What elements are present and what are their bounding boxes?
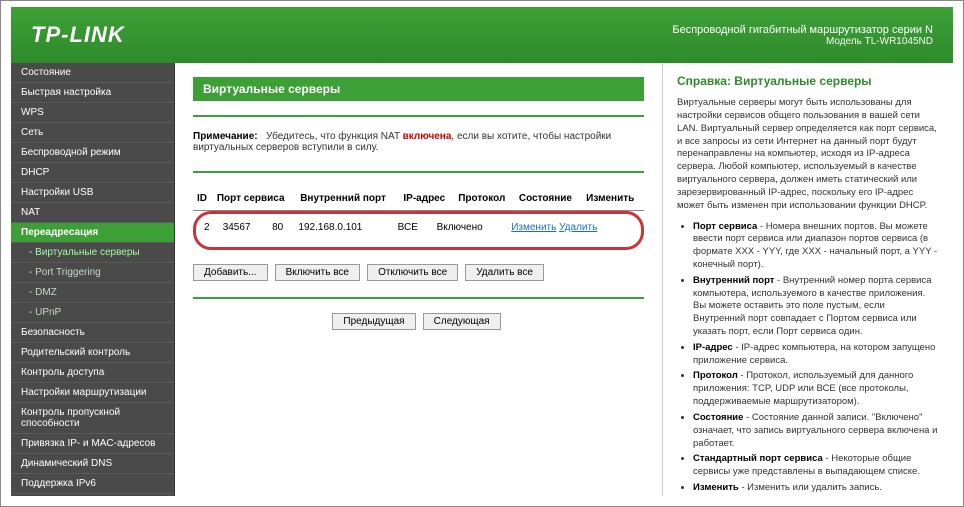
nav-item[interactable]: - DMZ [11, 283, 174, 303]
nav-item[interactable]: Настройки маршрутизации [11, 383, 174, 403]
main-content: Виртуальные серверы Примечание: Убедитес… [175, 63, 663, 496]
nav-item[interactable]: Переадресация [11, 223, 174, 243]
nav-item[interactable]: Привязка IP- и MAC-адресов [11, 434, 174, 454]
help-bullet: Состояние - Состояние данной записи. "Вк… [693, 412, 939, 450]
col-ip: IP-адрес [399, 187, 454, 211]
col-state: Состояние [515, 187, 582, 211]
nav-item[interactable]: Контроль доступа [11, 363, 174, 383]
page-title: Виртуальные серверы [193, 77, 644, 101]
nav-item[interactable]: Родительский контроль [11, 343, 174, 363]
cell-ip: 192.168.0.101 [294, 216, 393, 239]
col-edit: Изменить [582, 187, 644, 211]
sidebar: СостояниеБыстрая настройкаWPSСетьБеспров… [11, 63, 175, 496]
nav-item[interactable]: - Виртуальные серверы [11, 243, 174, 263]
note-prefix: Примечание: [193, 131, 258, 142]
pager: Предыдущая Следующая [193, 313, 644, 330]
nav-item[interactable]: WPS [11, 103, 174, 123]
nav-item[interactable]: Динамический DNS [11, 454, 174, 474]
header: TP-LINK Беспроводной гигабитный маршрути… [11, 7, 953, 63]
cell-id: 2 [200, 216, 219, 239]
header-model: Модель TL-WR1045ND [672, 36, 933, 47]
help-bullet: Стандартный порт сервиса - Некоторые общ… [693, 453, 939, 479]
help-title: Справка: Виртуальные серверы [677, 73, 939, 89]
button-row: Добавить... Включить все Отключить все У… [193, 264, 644, 281]
col-port: Порт сервиса [213, 187, 296, 211]
note-red: включена [403, 131, 452, 142]
table-row: 23456780192.168.0.101ВСЕВключеноИзменить… [200, 216, 637, 239]
cell-state: Включено [433, 216, 508, 239]
nav-item[interactable]: NAT [11, 203, 174, 223]
enable-all-button[interactable]: Включить все [275, 264, 360, 281]
col-iport: Внутренний порт [296, 187, 399, 211]
cell-port: 34567 [219, 216, 268, 239]
nav-item[interactable]: Быстрая настройка [11, 83, 174, 103]
next-button[interactable]: Следующая [423, 313, 501, 330]
delete-all-button[interactable]: Удалить все [465, 264, 544, 281]
highlighted-row-wrap: 23456780192.168.0.101ВСЕВключеноИзменить… [193, 211, 644, 250]
nav-item[interactable]: - Port Triggering [11, 263, 174, 283]
nat-note: Примечание: Убедитесь, что функция NAT в… [193, 131, 644, 153]
help-bullet: Протокол - Протокол, используемый для да… [693, 370, 939, 408]
col-id: ID [193, 187, 213, 211]
vs-table: ID Порт сервиса Внутренний порт IP-адрес… [193, 187, 644, 211]
nav-item[interactable]: - UPnP [11, 303, 174, 323]
prev-button[interactable]: Предыдущая [332, 313, 415, 330]
edit-link[interactable]: Изменить [511, 222, 556, 233]
nav-item[interactable]: Состояние [11, 63, 174, 83]
help-bullet: Порт сервиса - Номера внешних портов. Вы… [693, 221, 939, 272]
col-proto: Протокол [454, 187, 515, 211]
cell-actions: Изменить Удалить [507, 216, 637, 239]
brand-logo: TP-LINK [31, 22, 125, 48]
nav-item[interactable]: Контроль пропускной способности [11, 403, 174, 434]
nav-item[interactable]: Сеть [11, 123, 174, 143]
nav-item[interactable]: Беспроводной режим [11, 143, 174, 163]
nav-item[interactable]: Поддержка IPv6 [11, 474, 174, 494]
nav-item[interactable]: DHCP [11, 163, 174, 183]
nav-item[interactable]: Системные инструменты [11, 494, 174, 496]
note-text1: Убедитесь, что функция NAT [266, 131, 400, 142]
nav-item[interactable]: Настройки USB [11, 183, 174, 203]
nav-item[interactable]: Безопасность [11, 323, 174, 343]
help-panel: Справка: Виртуальные серверы Виртуальные… [663, 63, 953, 496]
disable-all-button[interactable]: Отключить все [367, 264, 458, 281]
help-bullet: Внутренний порт - Внутренний номер порта… [693, 275, 939, 339]
help-bullet: Изменить - Изменить или удалить запись. [693, 482, 939, 495]
help-intro: Виртуальные серверы могут быть использов… [677, 97, 939, 212]
add-button[interactable]: Добавить... [193, 264, 268, 281]
cell-proto: ВСЕ [394, 216, 433, 239]
help-bullet: IP-адрес - IP-адрес компьютера, на котор… [693, 342, 939, 368]
header-title: Беспроводной гигабитный маршрутизатор се… [672, 24, 933, 36]
delete-link[interactable]: Удалить [559, 222, 597, 233]
cell-iport: 80 [268, 216, 294, 239]
header-right: Беспроводной гигабитный маршрутизатор се… [672, 24, 933, 47]
